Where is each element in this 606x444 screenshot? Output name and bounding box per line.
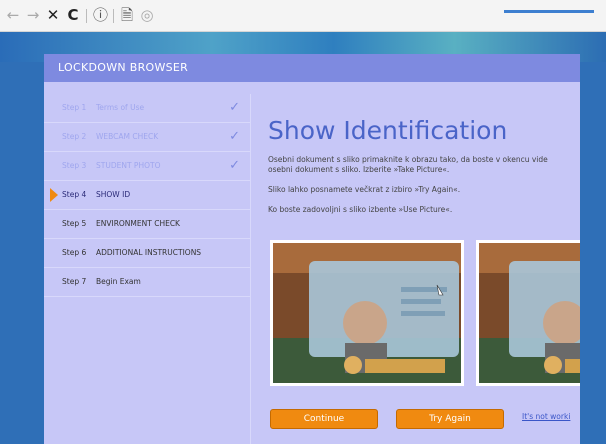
- step-item-6[interactable]: Step 6 ADDITIONAL INSTRUCTIONS: [44, 239, 250, 268]
- check-icon: ✓: [229, 100, 240, 115]
- info-icon[interactable]: ⓘ: [93, 8, 108, 23]
- step-item-5[interactable]: Step 5 ENVIRONMENT CHECK: [44, 210, 250, 239]
- instructions-line-2: osebni dokument s sliko. Izberite »Take …: [268, 165, 450, 174]
- retry-hint-text: Sliko lahko posnamete večkrat z izbiro »…: [268, 185, 461, 194]
- photo-area: [268, 240, 580, 390]
- window-title: LOCKDOWN BROWSER: [44, 54, 580, 82]
- help-link[interactable]: It's not worki: [522, 412, 570, 421]
- step-label: STUDENT PHOTO: [96, 161, 161, 170]
- page-title: Show Identification: [268, 116, 508, 145]
- toolbar-divider: [86, 8, 87, 23]
- step-number: Step 7: [62, 277, 87, 286]
- step-label: ADDITIONAL INSTRUCTIONS: [96, 248, 202, 257]
- step-label: WEBCAM CHECK: [96, 132, 159, 141]
- check-icon: ✓: [229, 129, 240, 144]
- captured-photo: [476, 240, 580, 386]
- main-content: Show Identification Osebni dokument s sl…: [268, 94, 580, 444]
- tab-indicator: [504, 10, 594, 13]
- step-number: Step 2: [62, 132, 87, 141]
- sidebar-divider: [250, 94, 251, 444]
- instructions-text: Osebni dokument s sliko primaknite k obr…: [268, 155, 580, 175]
- reload-icon[interactable]: C: [66, 8, 80, 23]
- step-label: SHOW ID: [96, 190, 131, 199]
- step-item-2[interactable]: Step 2 WEBCAM CHECK ✓: [44, 123, 250, 152]
- step-number: Step 5: [62, 219, 87, 228]
- live-camera-preview: [270, 240, 464, 386]
- step-item-4[interactable]: Step 4 SHOW ID: [44, 181, 250, 210]
- step-number: Step 3: [62, 161, 87, 170]
- check-icon: ✓: [229, 158, 240, 173]
- forward-icon[interactable]: →: [26, 8, 40, 23]
- lockdown-window: LOCKDOWN BROWSER Step 1 Terms of Use ✓ St…: [44, 54, 580, 444]
- step-label: Terms of Use: [96, 103, 145, 112]
- current-step-arrow-icon: [50, 188, 58, 202]
- instructions-line-1: Osebni dokument s sliko primaknite k obr…: [268, 155, 548, 164]
- step-item-7[interactable]: Step 7 Begin Exam: [44, 268, 250, 297]
- step-number: Step 1: [62, 103, 87, 112]
- back-icon[interactable]: ←: [6, 8, 20, 23]
- extension-icon[interactable]: ◎: [140, 8, 154, 23]
- step-label: ENVIRONMENT CHECK: [96, 219, 180, 228]
- step-number: Step 6: [62, 248, 87, 257]
- page-icon[interactable]: 🗎: [120, 8, 134, 23]
- close-icon[interactable]: ✕: [46, 8, 60, 23]
- step-item-1[interactable]: Step 1 Terms of Use ✓: [44, 94, 250, 123]
- use-picture-hint-text: Ko boste zadovoljni s sliko izbente »Use…: [268, 205, 453, 214]
- step-number: Step 4: [62, 190, 87, 199]
- try-again-button[interactable]: Try Again: [396, 409, 504, 429]
- step-item-3[interactable]: Step 3 STUDENT PHOTO ✓: [44, 152, 250, 181]
- captured-image: [479, 243, 580, 383]
- step-label: Begin Exam: [96, 277, 141, 286]
- continue-button[interactable]: Continue: [270, 409, 378, 429]
- browser-toolbar: ← → ✕ C ⓘ 🗎 ◎: [0, 0, 606, 32]
- toolbar-divider: [113, 8, 114, 23]
- camera-image: [273, 243, 461, 383]
- steps-sidebar: Step 1 Terms of Use ✓ Step 2 WEBCAM CHECK …: [44, 94, 250, 444]
